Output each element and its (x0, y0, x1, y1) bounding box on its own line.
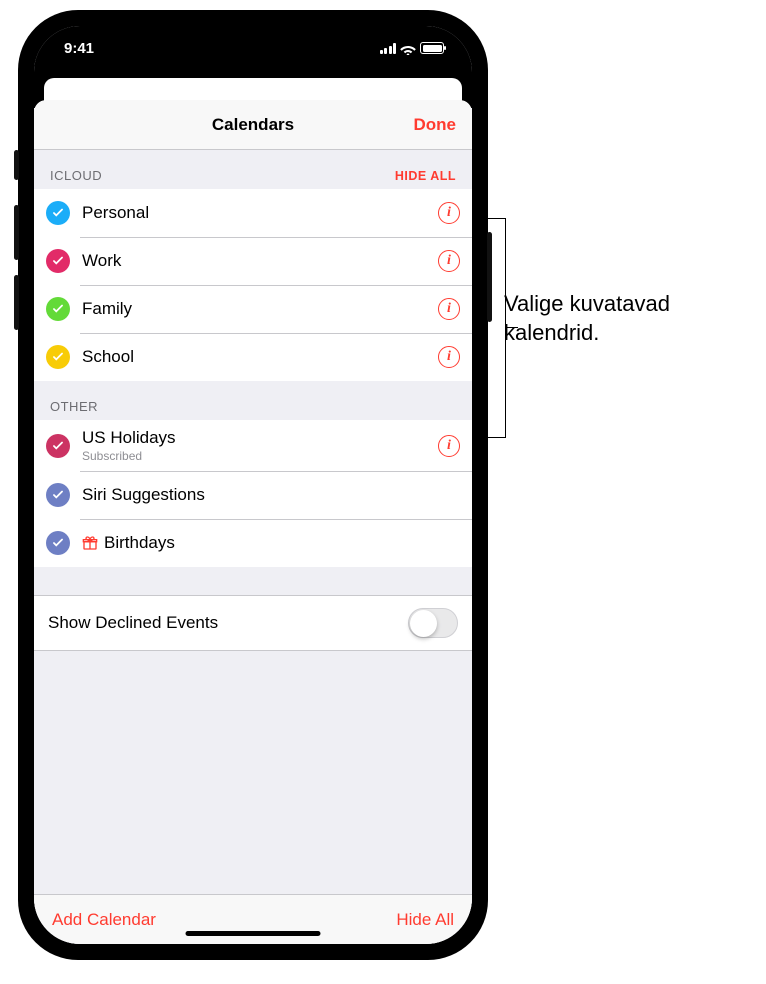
other-list: US Holidays Subscribed i Siri Suggestion… (34, 420, 472, 567)
toolbar: Add Calendar Hide All (34, 894, 472, 944)
checkmark-icon (46, 434, 70, 458)
mute-switch (14, 150, 19, 180)
info-icon[interactable]: i (438, 346, 460, 368)
hide-all-button[interactable]: Hide All (396, 910, 454, 930)
wifi-icon (400, 42, 416, 54)
calendar-row-school[interactable]: School i (34, 333, 472, 381)
calendar-row-work[interactable]: Work i (34, 237, 472, 285)
checkmark-icon (46, 483, 70, 507)
content[interactable]: ICLOUD HIDE ALL Personal i Work i (34, 150, 472, 894)
show-declined-row[interactable]: Show Declined Events (34, 595, 472, 651)
calendar-label: Siri Suggestions (82, 485, 460, 505)
cellular-icon (380, 43, 397, 54)
notch (148, 26, 358, 54)
calendar-sublabel: Subscribed (82, 449, 438, 463)
calendar-label: Personal (82, 203, 438, 223)
checkmark-icon (46, 249, 70, 273)
volume-up (14, 205, 19, 260)
calendar-row-holidays[interactable]: US Holidays Subscribed i (34, 420, 472, 471)
show-declined-label: Show Declined Events (48, 613, 218, 633)
callout-text: Valige kuvatavad kalendrid. (504, 290, 766, 347)
calendar-row-siri[interactable]: Siri Suggestions (34, 471, 472, 519)
done-button[interactable]: Done (414, 115, 457, 135)
page-title: Calendars (212, 115, 294, 135)
calendar-label: School (82, 347, 438, 367)
hide-all-icloud-button[interactable]: HIDE ALL (395, 169, 456, 183)
calendar-label: Work (82, 251, 438, 271)
info-icon[interactable]: i (438, 298, 460, 320)
status-icons (380, 42, 445, 54)
status-time: 9:41 (64, 40, 94, 57)
info-icon[interactable]: i (438, 202, 460, 224)
gift-icon (82, 535, 98, 551)
calendar-label: Birthdays (104, 533, 460, 553)
calendar-label: Family (82, 299, 438, 319)
checkmark-icon (46, 297, 70, 321)
calendar-row-family[interactable]: Family i (34, 285, 472, 333)
calendar-row-personal[interactable]: Personal i (34, 189, 472, 237)
calendar-row-birthdays[interactable]: Birthdays (34, 519, 472, 567)
info-icon[interactable]: i (438, 435, 460, 457)
calendar-label: US Holidays (82, 428, 438, 448)
section-title: OTHER (50, 399, 98, 414)
battery-icon (420, 42, 444, 54)
show-declined-switch[interactable] (408, 608, 458, 638)
checkmark-icon (46, 531, 70, 555)
checkmark-icon (46, 345, 70, 369)
icloud-list: Personal i Work i Family i (34, 189, 472, 381)
screen: 9:41 Calendars Done ICLOUD HIDE A (34, 26, 472, 944)
home-indicator[interactable] (186, 931, 321, 936)
phone-frame: 9:41 Calendars Done ICLOUD HIDE A (18, 10, 488, 960)
section-header-icloud: ICLOUD HIDE ALL (34, 150, 472, 189)
calendars-sheet: Calendars Done ICLOUD HIDE ALL Personal … (34, 100, 472, 944)
section-header-other: OTHER (34, 381, 472, 420)
nav-bar: Calendars Done (34, 100, 472, 150)
add-calendar-button[interactable]: Add Calendar (52, 910, 156, 930)
volume-down (14, 275, 19, 330)
section-title: ICLOUD (50, 168, 102, 183)
info-icon[interactable]: i (438, 250, 460, 272)
checkmark-icon (46, 201, 70, 225)
